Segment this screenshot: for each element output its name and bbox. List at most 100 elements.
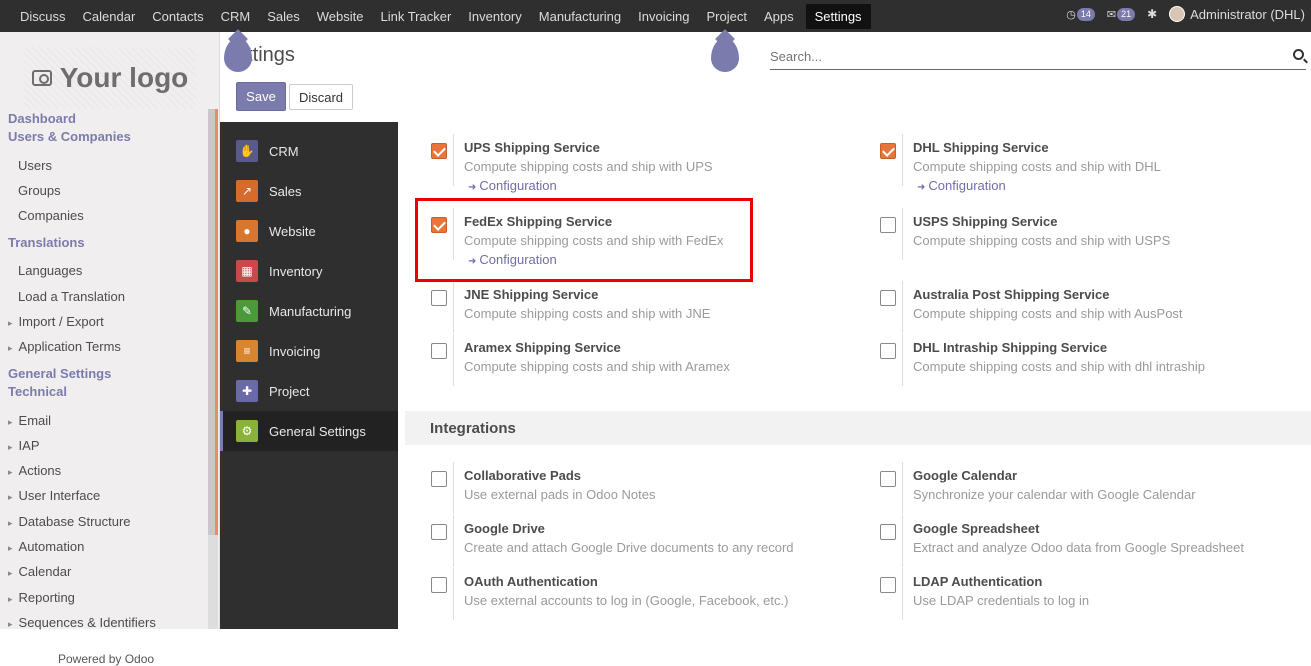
setting-title[interactable]: DHL Intraship Shipping Service — [913, 340, 1107, 355]
app-label: Website — [269, 223, 316, 239]
setting-checkbox[interactable] — [431, 577, 447, 593]
menu-item-database-structure[interactable]: Database Structure — [8, 509, 131, 536]
setting-checkbox[interactable] — [880, 577, 896, 593]
menu-item-automation[interactable]: Automation — [8, 534, 85, 561]
systray: ◷ 14 ✉ 21 ✱ Administrator (DHL) — [1066, 6, 1311, 22]
topnav-sales[interactable]: Sales — [262, 4, 305, 29]
messages-indicator[interactable]: ✉ 21 — [1106, 7, 1136, 21]
app-website[interactable]: ● Website — [220, 211, 398, 251]
setting-title[interactable]: UPS Shipping Service — [464, 140, 600, 155]
user-menu[interactable]: Administrator (DHL) — [1190, 7, 1305, 22]
setting-checkbox[interactable] — [880, 471, 896, 487]
setting-checkbox[interactable] — [880, 143, 896, 159]
setting-title[interactable]: Google Spreadsheet — [913, 521, 1039, 536]
menu-item-iap[interactable]: IAP — [8, 433, 40, 460]
menu-item-companies[interactable]: Companies — [8, 203, 84, 228]
topnav-inventory[interactable]: Inventory — [463, 4, 526, 29]
setting-description: Compute shipping costs and ship with DHL — [913, 159, 1161, 174]
app-general-settings[interactable]: ⚙ General Settings — [220, 411, 398, 451]
app-invoicing[interactable]: ≡ Invoicing — [220, 331, 398, 371]
app-label: General Settings — [269, 423, 366, 439]
left-sidebar: Your logo Dashboard Users & Companies User… — [0, 32, 220, 666]
settings-apps-sidebar: ✋ CRM ↗ Sales ● Website ▦ Inventory ✎ Manufacturi… — [220, 122, 398, 629]
topnav-invoicing[interactable]: Invoicing — [633, 4, 694, 29]
setting-checkbox[interactable] — [880, 217, 896, 233]
menu-item-dashboard[interactable]: Dashboard — [8, 110, 76, 128]
topnav-discuss[interactable]: Discuss — [15, 4, 71, 29]
setting-title[interactable]: OAuth Authentication — [464, 574, 598, 589]
menu-item-sequences-identifiers[interactable]: Sequences & Identifiers — [8, 610, 156, 637]
divider — [902, 208, 903, 260]
save-button[interactable]: Save — [236, 82, 286, 111]
divider — [453, 462, 454, 514]
topnav-website[interactable]: Website — [312, 4, 369, 29]
setting-description: Use external accounts to log in (Google,… — [464, 593, 789, 608]
setting-title[interactable]: DHL Shipping Service — [913, 140, 1049, 155]
setting-title[interactable]: Australia Post Shipping Service — [913, 287, 1110, 302]
divider — [453, 334, 454, 386]
chat-icon: ✉ — [1106, 8, 1117, 21]
setting-checkbox[interactable] — [431, 143, 447, 159]
company-logo[interactable]: Your logo — [24, 47, 196, 109]
fedex-highlight-box — [415, 198, 753, 282]
menu-item-technical[interactable]: Technical — [8, 383, 67, 401]
topnav-link-tracker[interactable]: Link Tracker — [375, 4, 456, 29]
menu-item-email[interactable]: Email — [8, 408, 52, 435]
menu-item-languages[interactable]: Languages — [8, 258, 82, 283]
topnav-settings[interactable]: Settings — [805, 4, 871, 29]
app-manufacturing[interactable]: ✎ Manufacturing — [220, 291, 398, 331]
debug-bug-icon[interactable]: ✱ — [1147, 7, 1157, 21]
menu-item-load-a-translation[interactable]: Load a Translation — [8, 284, 125, 309]
menu-item-groups[interactable]: Groups — [8, 178, 61, 203]
app-inventory[interactable]: ▦ Inventory — [220, 251, 398, 291]
sidebar-accent — [215, 109, 218, 535]
search-input[interactable] — [770, 46, 1270, 66]
setting-title[interactable]: USPS Shipping Service — [913, 214, 1058, 229]
setting-checkbox[interactable] — [431, 343, 447, 359]
menu-item-reporting[interactable]: Reporting — [8, 585, 75, 612]
setting-checkbox[interactable] — [880, 343, 896, 359]
topnav-contacts[interactable]: Contacts — [147, 4, 208, 29]
discard-button[interactable]: Discard — [289, 84, 353, 110]
menu-item-actions[interactable]: Actions — [8, 458, 62, 485]
menu-item-users-companies[interactable]: Users & Companies — [8, 128, 131, 146]
menu-item-user-interface[interactable]: User Interface — [8, 483, 101, 510]
setting-title[interactable]: JNE Shipping Service — [464, 287, 598, 302]
menu-item-application-terms[interactable]: Application Terms — [8, 334, 121, 361]
topnav-calendar[interactable]: Calendar — [78, 4, 141, 29]
divider — [453, 515, 454, 567]
setting-title[interactable]: Aramex Shipping Service — [464, 340, 621, 355]
setting-title[interactable]: Collaborative Pads — [464, 468, 581, 483]
app-project[interactable]: ✚ Project — [220, 371, 398, 411]
top-navbar: Discuss Calendar Contacts CRM Sales Website Li… — [0, 0, 1311, 32]
handshake-icon: ✋ — [236, 140, 258, 162]
divider — [453, 134, 454, 186]
app-sales[interactable]: ↗ Sales — [220, 171, 398, 211]
menu-item-import-export[interactable]: Import / Export — [8, 309, 104, 336]
topnav-manufacturing[interactable]: Manufacturing — [534, 4, 626, 29]
setting-checkbox[interactable] — [880, 290, 896, 306]
app-label: Invoicing — [269, 343, 321, 359]
setting-description: Compute shipping costs and ship with JNE — [464, 306, 711, 321]
setting-title[interactable]: Google Calendar — [913, 468, 1017, 483]
setting-title[interactable]: LDAP Authentication — [913, 574, 1042, 589]
menu-item-translations[interactable]: Translations — [8, 234, 85, 252]
setting-title[interactable]: Google Drive — [464, 521, 545, 536]
setting-checkbox[interactable] — [431, 471, 447, 487]
setting-checkbox[interactable] — [880, 524, 896, 540]
activity-indicator[interactable]: ◷ 14 — [1066, 7, 1095, 21]
configuration-link[interactable]: Configuration — [917, 178, 1005, 193]
search-icon[interactable] — [1293, 49, 1304, 60]
menu-item-general-settings[interactable]: General Settings — [8, 365, 111, 383]
app-crm[interactable]: ✋ CRM — [220, 131, 398, 171]
configuration-link[interactable]: Configuration — [468, 178, 556, 193]
powered-by[interactable]: Powered by Odoo — [58, 652, 154, 666]
topnav-crm[interactable]: CRM — [216, 4, 256, 29]
menu-item-users[interactable]: Users — [8, 153, 52, 178]
topnav-apps[interactable]: Apps — [759, 4, 799, 29]
avatar[interactable] — [1169, 6, 1186, 22]
setting-checkbox[interactable] — [431, 290, 447, 306]
setting-checkbox[interactable] — [431, 524, 447, 540]
topnav-project[interactable]: Project — [701, 4, 751, 29]
menu-item-calendar[interactable]: Calendar — [8, 559, 72, 586]
